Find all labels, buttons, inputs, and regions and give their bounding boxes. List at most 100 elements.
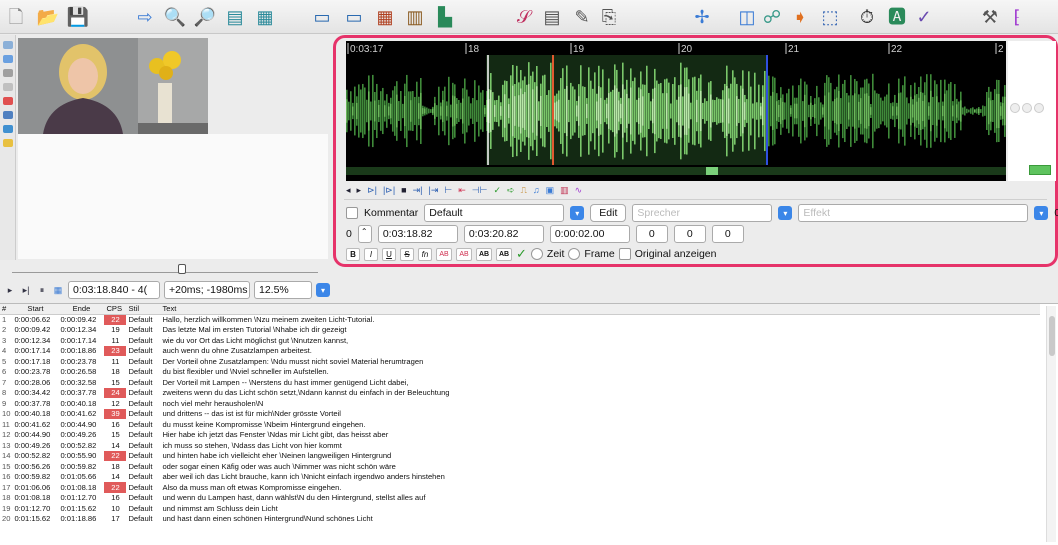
- pin-icon[interactable]: ⎘: [597, 5, 621, 29]
- play-selection-icon[interactable]: ◂: [346, 185, 351, 196]
- speaker-dropdown-icon[interactable]: ▾: [778, 206, 793, 220]
- karaoke-icon[interactable]: ♫: [533, 185, 540, 195]
- commit-indicator[interactable]: [1029, 165, 1051, 175]
- autoscroll-icon[interactable]: ▦: [52, 285, 64, 296]
- waveform-icon[interactable]: ✢: [690, 5, 714, 29]
- goto-icon[interactable]: ⇤: [458, 185, 466, 196]
- start-time-field[interactable]: 0:03:18.82: [377, 225, 458, 243]
- underline-button[interactable]: U: [382, 247, 396, 261]
- video-sync-icon[interactable]: ▥: [560, 185, 569, 196]
- table-row[interactable]: 4 0:00:17.14 0:00:18.86 23 Default auch wenn …: [0, 345, 1040, 356]
- strip-icon[interactable]: [3, 125, 13, 133]
- table-row[interactable]: 5 0:00:17.18 0:00:23.78 11 Default Der Vortei…: [0, 356, 1040, 367]
- play-before-icon[interactable]: ⊳|: [367, 185, 377, 196]
- seek-thumb[interactable]: [178, 264, 186, 274]
- commit-icon[interactable]: ✓: [493, 185, 501, 196]
- table-row[interactable]: 18 0:01:08.18 0:01:12.70 16 Default und wenn …: [0, 493, 1040, 504]
- stop-icon[interactable]: ■: [401, 185, 406, 195]
- end-time-field[interactable]: 0:03:20.82: [463, 225, 544, 243]
- strip-icon[interactable]: [3, 55, 13, 63]
- grid-icon[interactable]: ▦: [373, 5, 397, 29]
- table-row[interactable]: 13 0:00:49.26 0:00:52.82 14 Default ich muss …: [0, 440, 1040, 451]
- table-row[interactable]: 8 0:00:34.42 0:00:37.78 24 Default zweitens w…: [0, 387, 1040, 398]
- spell-icon[interactable]: 𝒮: [512, 5, 536, 29]
- open-folder-icon[interactable]: 📂: [36, 5, 60, 29]
- header-number[interactable]: #: [0, 304, 13, 315]
- save-icon[interactable]: 💾: [66, 5, 90, 29]
- header-cps[interactable]: CPS: [104, 304, 127, 315]
- frame-radio[interactable]: [568, 248, 581, 260]
- video-offset-field[interactable]: +20ms; -1980ms: [164, 281, 250, 299]
- header-end[interactable]: Ende: [58, 304, 105, 315]
- check-icon[interactable]: ✓: [912, 5, 936, 29]
- table-row[interactable]: 2 0:00:09.42 0:00:12.34 19 Default Das letzte…: [0, 325, 1040, 336]
- snap-icon[interactable]: ⊣⊢: [472, 185, 488, 196]
- video-seek-slider[interactable]: [0, 262, 330, 276]
- timer-icon[interactable]: ⏱: [855, 5, 879, 29]
- tools-icon[interactable]: ⚒: [978, 5, 1002, 29]
- zoom-dropdown-icon[interactable]: ▾: [316, 283, 330, 297]
- primary-color-button[interactable]: AB: [436, 247, 452, 261]
- duration-field[interactable]: 0:00:02.00: [549, 225, 630, 243]
- italic-button[interactable]: I: [364, 247, 378, 261]
- video-zoom-field[interactable]: 12.5%: [254, 281, 312, 299]
- columns-icon[interactable]: ◫: [735, 5, 759, 29]
- commit-icon[interactable]: ✓: [516, 246, 527, 262]
- play-line-icon[interactable]: ▸|: [20, 285, 32, 296]
- table-row[interactable]: 10 0:00:40.18 0:00:41.62 39 Default und dritt…: [0, 408, 1040, 419]
- secondary-color-button[interactable]: AB: [456, 247, 472, 261]
- play-line-icon[interactable]: ⊢: [444, 185, 452, 196]
- table-row[interactable]: 3 0:00:12.34 0:00:17.14 11 Default wie du vor…: [0, 335, 1040, 346]
- style-dropdown-icon[interactable]: ▾: [570, 206, 585, 220]
- header-style[interactable]: Stil: [126, 304, 161, 315]
- strip-icon[interactable]: [3, 83, 13, 91]
- next-icon[interactable]: ➪: [507, 185, 515, 196]
- import-icon[interactable]: ▦: [253, 5, 277, 29]
- table-row[interactable]: 19 0:01:12.70 0:01:15.62 10 Default und nimms…: [0, 503, 1040, 514]
- strip-icon[interactable]: [3, 139, 13, 147]
- pause-icon[interactable]: ⏸: [36, 285, 48, 296]
- table-row[interactable]: 7 0:00:28.06 0:00:32.58 15 Default Der Vortei…: [0, 377, 1040, 388]
- strip-icon[interactable]: [3, 69, 13, 77]
- film-icon[interactable]: ▥: [403, 5, 427, 29]
- table-row[interactable]: 20 0:01:15.62 0:01:18.86 17 Default und hast …: [0, 514, 1040, 525]
- grid-scrollbar[interactable]: [1046, 306, 1056, 542]
- play-after-icon[interactable]: |⊳|: [383, 185, 395, 196]
- margin-right-field[interactable]: 0: [673, 225, 706, 243]
- table-row[interactable]: 17 0:01:06.06 0:01:08.18 22 Default Also da m…: [0, 482, 1040, 493]
- waveform-display[interactable]: 0:03:17 18 19 20 21 22 2: [346, 41, 1006, 181]
- edit-style-button[interactable]: Edit: [590, 204, 627, 222]
- table-row[interactable]: 15 0:00:56.26 0:00:59.82 18 Default oder soga…: [0, 461, 1040, 472]
- zoom-handle-icon[interactable]: [1010, 103, 1020, 113]
- time-radio[interactable]: [530, 248, 543, 260]
- fonts-icon[interactable]: 🅰: [885, 5, 909, 29]
- show-original-checkbox[interactable]: [618, 248, 631, 260]
- table-row[interactable]: 1 0:00:06.62 0:00:09.42 22 Default Hallo, her…: [0, 314, 1040, 325]
- chart-icon[interactable]: ▙: [433, 5, 457, 29]
- table-row[interactable]: 16 0:00:59.82 0:01:05.66 14 Default aber weil…: [0, 472, 1040, 483]
- play-end-icon[interactable]: |⇥: [429, 185, 439, 196]
- play-icon[interactable]: ▸: [357, 185, 362, 196]
- effect-dropdown-icon[interactable]: ▾: [1034, 206, 1049, 220]
- strip-icon[interactable]: [3, 41, 13, 49]
- sign-icon[interactable]: ✎: [570, 5, 594, 29]
- open-video-icon[interactable]: ▭: [310, 5, 334, 29]
- connect-icon[interactable]: ☍: [760, 5, 784, 29]
- margin-vertical-field[interactable]: 0: [711, 225, 744, 243]
- layer-stepper[interactable]: ⌃: [357, 225, 372, 243]
- waveform-scroll-thumb[interactable]: [706, 167, 718, 175]
- strip-icon[interactable]: [3, 97, 13, 105]
- style-select[interactable]: Default: [424, 204, 565, 222]
- volume-icon[interactable]: ▣: [546, 185, 555, 196]
- table-row[interactable]: 14 0:00:52.82 0:00:55.90 22 Default und hinte…: [0, 450, 1040, 461]
- waveform-scrollbar[interactable]: [346, 167, 1006, 175]
- video-time-field[interactable]: 0:03:18.840 - 4(: [68, 281, 160, 299]
- arrow-right-icon[interactable]: ⇨: [133, 5, 157, 29]
- outline-color-button[interactable]: AB: [476, 247, 492, 261]
- header-text[interactable]: Text: [160, 304, 1040, 315]
- notepad-icon[interactable]: ▤: [540, 5, 564, 29]
- play-icon[interactable]: ▸: [4, 285, 16, 296]
- shadow-color-button[interactable]: AB: [496, 247, 512, 261]
- speaker-field[interactable]: Sprecher: [632, 204, 773, 222]
- scroll-icon[interactable]: ∿: [575, 185, 583, 196]
